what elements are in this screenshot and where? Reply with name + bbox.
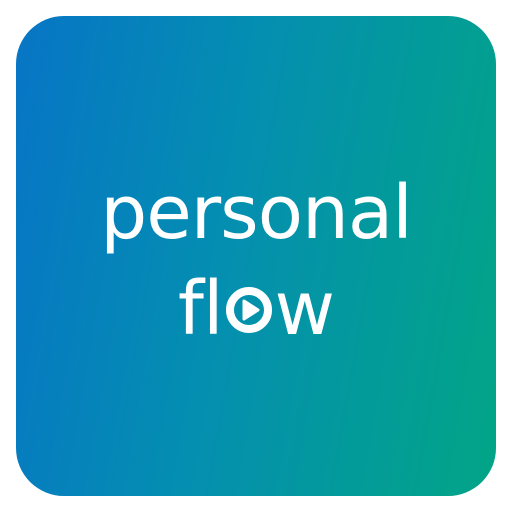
logo-word-flow-prefix: fl [177, 266, 224, 352]
app-icon: personal fl w [0, 0, 512, 512]
play-circle-icon [224, 273, 274, 333]
logo-word-flow-suffix: w [274, 266, 336, 352]
gradient-tile [16, 16, 496, 496]
logo-word-flow: fl w [0, 272, 512, 346]
logo-word-personal: personal [100, 170, 413, 256]
